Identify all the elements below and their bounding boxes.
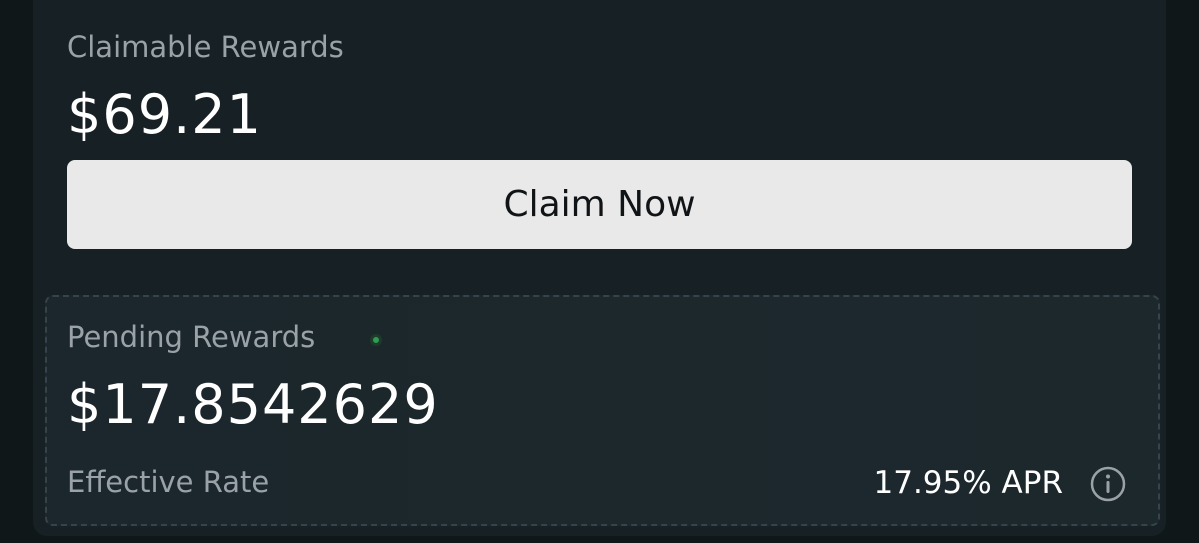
claim-now-button[interactable]: Claim Now: [67, 160, 1132, 249]
pending-rewards-value: $17.8542629: [67, 373, 439, 436]
claimable-rewards-value: $69.21: [67, 83, 262, 146]
live-status-indicator-icon: [370, 334, 382, 346]
info-icon[interactable]: [1090, 466, 1126, 502]
effective-rate-value: 17.95% APR: [873, 465, 1064, 501]
effective-rate-label: Effective Rate: [67, 465, 270, 499]
pending-rewards-label: Pending Rewards: [67, 320, 316, 354]
claimable-rewards-label: Claimable Rewards: [67, 30, 344, 64]
